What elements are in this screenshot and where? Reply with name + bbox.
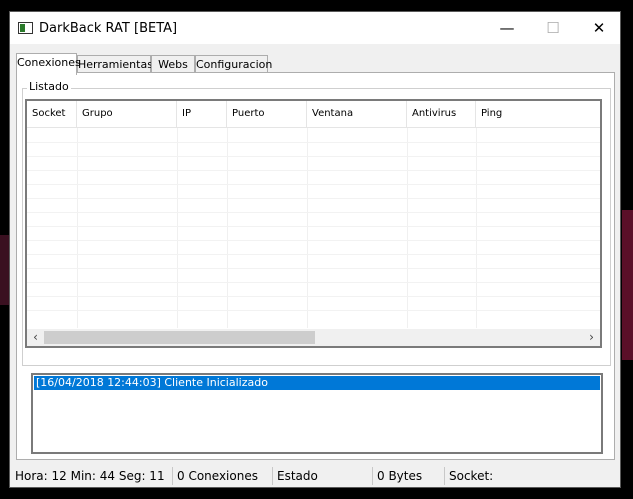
status-estado: Estado <box>277 469 318 483</box>
listado-label: Listado <box>27 80 71 93</box>
log-list[interactable]: [16/04/2018 12:44:03] Cliente Inicializa… <box>31 373 603 454</box>
status-connections: 0 Conexiones <box>177 469 258 483</box>
grid-line <box>27 212 600 213</box>
grid-line <box>27 142 600 143</box>
tab-conexiones[interactable]: Conexiones <box>16 53 81 75</box>
grid-line <box>27 156 600 157</box>
status-bar: Hora: 12 Min: 44 Seg: 11 0 Conexiones Es… <box>10 463 620 487</box>
status-separator <box>444 467 445 485</box>
grid-line <box>307 128 308 328</box>
grid-line <box>27 268 600 269</box>
status-time: Hora: 12 Min: 44 Seg: 11 <box>15 469 165 483</box>
close-button[interactable]: ✕ <box>576 12 622 44</box>
tab-configuracion[interactable]: Configuracion <box>195 55 272 73</box>
app-icon <box>18 22 33 34</box>
column-ping[interactable]: Ping <box>476 101 600 127</box>
grid-line <box>77 128 78 328</box>
tab-panel-conexiones: Listado Socket Grupo IP Puerto Ventana A… <box>16 72 615 460</box>
grid-line <box>27 310 600 311</box>
grid-line <box>27 240 600 241</box>
grid-line <box>27 254 600 255</box>
main-window: DarkBack RAT [BETA] — ☐ ✕ Conexiones Her… <box>9 11 621 488</box>
column-ventana[interactable]: Ventana <box>307 101 407 127</box>
connections-list[interactable]: Socket Grupo IP Puerto Ventana Antivirus… <box>25 99 602 348</box>
grid-line <box>407 128 408 328</box>
tab-webs[interactable]: Webs <box>151 55 195 73</box>
column-puerto[interactable]: Puerto <box>227 101 307 127</box>
listado-group: Listado Socket Grupo IP Puerto Ventana A… <box>22 80 611 366</box>
maximize-button[interactable]: ☐ <box>530 12 576 44</box>
grid-line <box>27 296 600 297</box>
grid-line <box>27 282 600 283</box>
grid-line <box>27 170 600 171</box>
status-separator <box>372 467 373 485</box>
grid-line <box>27 184 600 185</box>
desktop-background-right <box>622 210 633 360</box>
desktop-background-left <box>0 235 9 305</box>
scroll-right-arrow-icon[interactable]: › <box>583 329 600 346</box>
title-bar[interactable]: DarkBack RAT [BETA] — ☐ ✕ <box>10 12 620 44</box>
column-grupo[interactable]: Grupo <box>77 101 177 127</box>
window-title: DarkBack RAT [BETA] <box>39 21 178 36</box>
column-socket[interactable]: Socket <box>27 101 77 127</box>
list-body <box>27 128 600 328</box>
grid-line <box>27 198 600 199</box>
column-antivirus[interactable]: Antivirus <box>407 101 476 127</box>
grid-line <box>27 226 600 227</box>
minimize-button[interactable]: — <box>484 12 530 44</box>
column-ip[interactable]: IP <box>177 101 227 127</box>
grid-line <box>177 128 178 328</box>
status-socket: Socket: <box>449 469 494 483</box>
status-bytes: 0 Bytes <box>377 469 423 483</box>
list-header: Socket Grupo IP Puerto Ventana Antivirus… <box>27 101 600 128</box>
tab-herramientas[interactable]: Herramientas <box>77 55 153 73</box>
scroll-thumb[interactable] <box>44 331 315 344</box>
grid-line <box>227 128 228 328</box>
scroll-left-arrow-icon[interactable]: ‹ <box>27 329 44 346</box>
status-separator <box>172 467 173 485</box>
grid-line <box>476 128 477 328</box>
horizontal-scrollbar[interactable]: ‹ › <box>27 329 600 346</box>
log-entry[interactable]: [16/04/2018 12:44:03] Cliente Inicializa… <box>34 376 600 390</box>
status-separator <box>272 467 273 485</box>
